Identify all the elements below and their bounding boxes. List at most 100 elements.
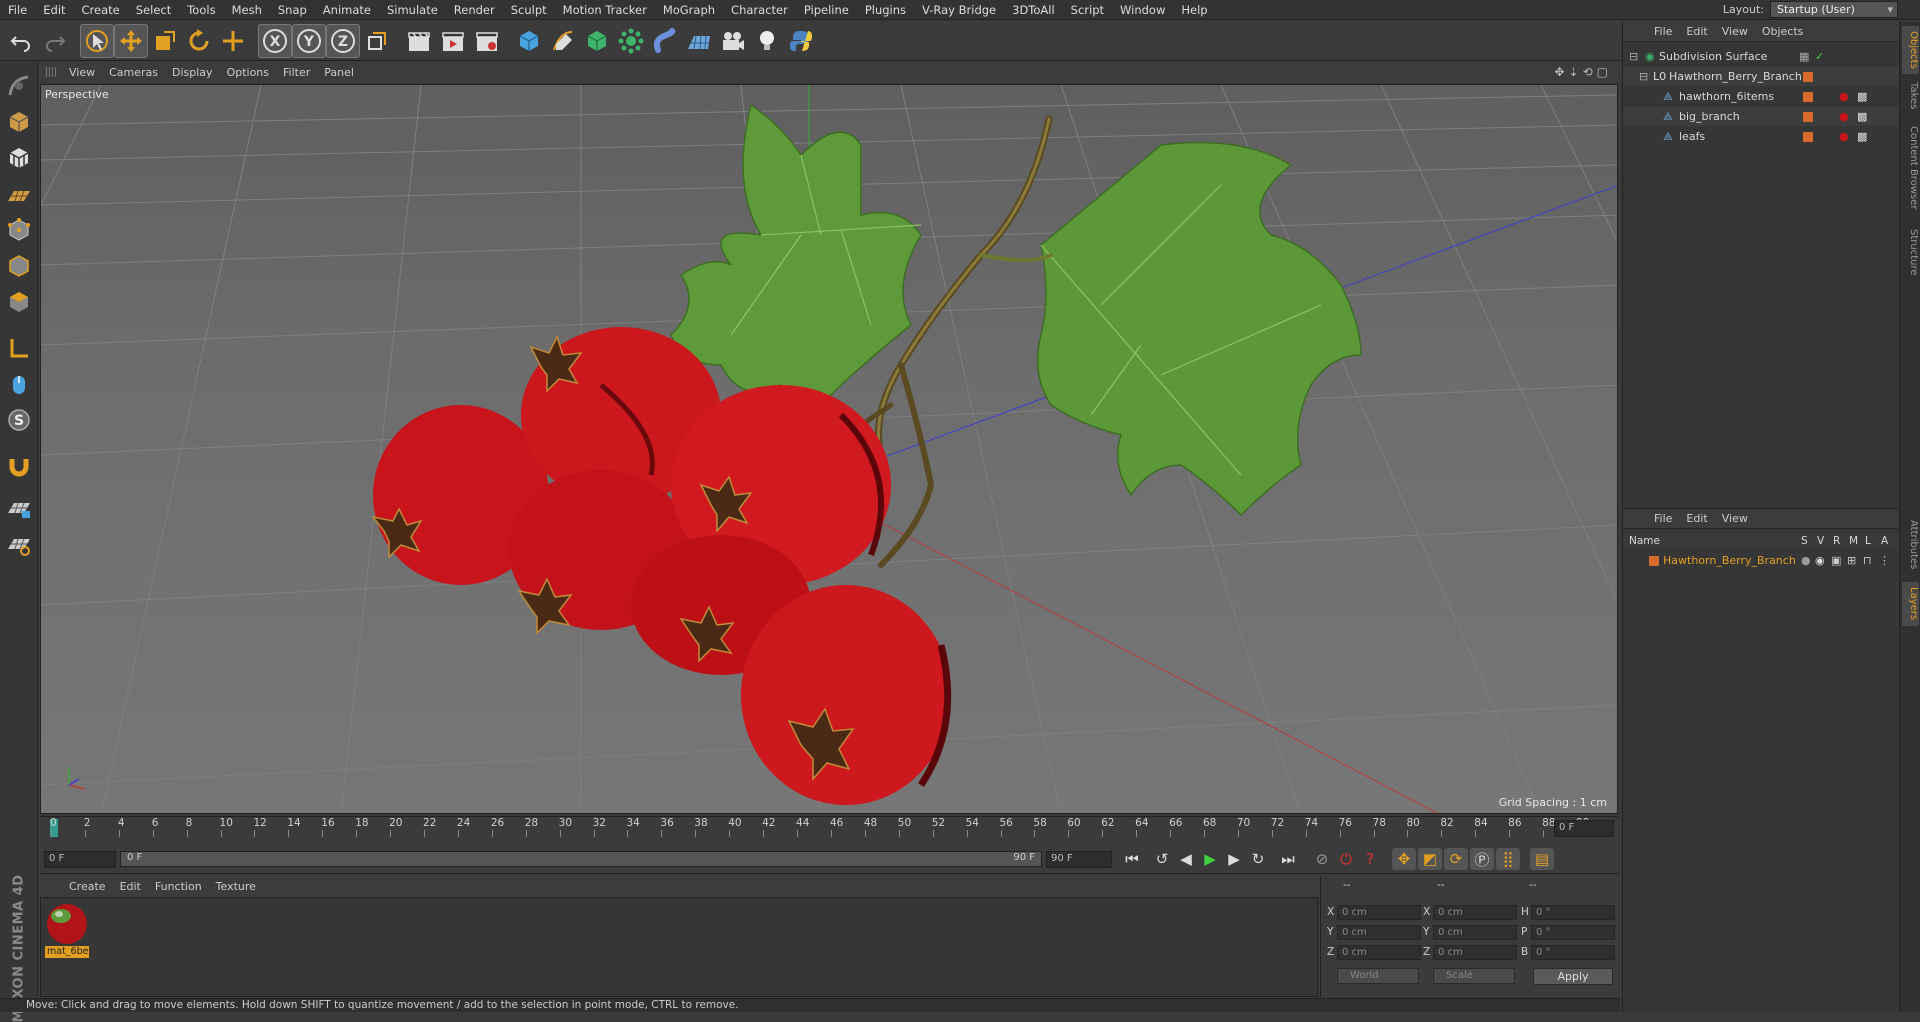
camera-object-button[interactable] (716, 24, 750, 58)
layer-color-icon[interactable] (1803, 132, 1813, 142)
material-menu-function[interactable]: Function (148, 880, 209, 893)
rotate-tool-button[interactable] (182, 24, 216, 58)
objects-menu-edit[interactable]: Edit (1679, 25, 1714, 38)
menu-simulate[interactable]: Simulate (379, 0, 446, 20)
spline-pen-button[interactable] (546, 24, 580, 58)
menu-edit[interactable]: Edit (35, 0, 73, 20)
viewport-navigation-icons[interactable]: ✥⇣⟲▢ (1554, 65, 1612, 79)
record-keys-button[interactable]: ⊘ (1310, 848, 1334, 870)
planar-workplane-button[interactable] (3, 528, 35, 560)
position-y-field[interactable]: 0 cm (1337, 925, 1421, 940)
solo-toggle-icon[interactable]: ● (1801, 551, 1811, 570)
layers-menu-file[interactable]: File (1647, 512, 1679, 525)
objects-menu-objects[interactable]: Objects (1755, 25, 1811, 38)
z-axis-lock-button[interactable]: Z (326, 23, 360, 58)
key-rotation-button[interactable]: ⟳ (1444, 848, 1468, 870)
floor-object-button[interactable] (682, 24, 716, 58)
material-tag-icon[interactable]: ● (1839, 127, 1849, 146)
create-tool-button[interactable] (216, 24, 250, 58)
rotation-h-field[interactable]: 0 ° (1531, 905, 1615, 920)
material-menu-create[interactable]: Create (62, 880, 113, 893)
autokey-button[interactable]: ⏻ (1334, 848, 1358, 870)
model-mode-button[interactable] (3, 106, 35, 138)
axis-mode-button[interactable] (3, 332, 35, 364)
texture-mode-button[interactable] (3, 142, 35, 174)
size-x-field[interactable]: 0 cm (1433, 905, 1517, 920)
objects-menu-file[interactable]: File (1647, 25, 1679, 38)
next-frame-button[interactable]: ▶ (1222, 848, 1246, 870)
visibility-icon[interactable]: ▦ (1799, 47, 1809, 66)
go-to-start-button[interactable]: ⏮ (1120, 848, 1144, 870)
menu-create[interactable]: Create (74, 0, 128, 20)
scale-tool-button[interactable] (148, 24, 182, 58)
menu-tools[interactable]: Tools (179, 0, 223, 20)
tab-objects[interactable]: Objects (1902, 26, 1919, 74)
mograph-array-button[interactable] (614, 24, 648, 58)
python-script-button[interactable] (784, 24, 818, 58)
render-settings-button[interactable] (470, 24, 504, 58)
render-toggle-icon[interactable]: ▣ (1831, 551, 1841, 570)
size-mode-dropdown[interactable]: Scale (1433, 968, 1515, 984)
uv-tag-icon[interactable]: ▩ (1857, 127, 1867, 146)
menu-pipeline[interactable]: Pipeline (796, 0, 857, 20)
current-frame-field[interactable]: 0 F (1554, 820, 1614, 837)
menu-file[interactable]: File (0, 0, 35, 20)
key-pla-button[interactable]: ⣿ (1496, 848, 1520, 870)
lock-workplane-button[interactable] (3, 492, 35, 524)
points-mode-button[interactable] (3, 214, 35, 246)
cube-object-button[interactable] (512, 24, 546, 58)
objects-menu-view[interactable]: View (1715, 25, 1755, 38)
material-tag-icon[interactable]: ● (1839, 107, 1849, 126)
layers-menu-view[interactable]: View (1715, 512, 1755, 525)
tweak-mode-button[interactable] (3, 368, 35, 400)
redo-button[interactable] (38, 24, 72, 58)
menu-mesh[interactable]: Mesh (224, 0, 270, 20)
tab-attributes[interactable]: Attributes (1902, 512, 1919, 578)
menu-plugins[interactable]: Plugins (857, 0, 914, 20)
eye-icon[interactable]: ◉ (1815, 551, 1825, 570)
previous-frame-button[interactable]: ◀ (1174, 848, 1198, 870)
tab-takes[interactable]: Takes (1902, 78, 1919, 114)
go-to-end-button[interactable]: ⏭ (1276, 848, 1300, 870)
tab-structure[interactable]: Structure (1902, 222, 1919, 282)
layer-color-icon[interactable] (1649, 556, 1659, 566)
menu-character[interactable]: Character (723, 0, 796, 20)
viewport-menu-filter[interactable]: Filter (276, 66, 317, 79)
size-z-field[interactable]: 0 cm (1433, 945, 1517, 960)
lock-icon[interactable]: ⊓ (1863, 551, 1872, 570)
layer-color-icon[interactable] (1803, 92, 1813, 102)
key-position-button[interactable]: ✥ (1392, 848, 1416, 870)
layer-color-icon[interactable] (1803, 112, 1813, 122)
magnet-button[interactable] (3, 450, 35, 482)
preview-range-slider[interactable]: 0 F 90 F (120, 851, 1042, 867)
keyframe-selection-button[interactable]: ? (1358, 848, 1382, 870)
menu-3dtoall[interactable]: 3DToAll (1004, 0, 1063, 20)
undo-button[interactable] (4, 24, 38, 58)
x-axis-lock-button[interactable]: X (258, 23, 292, 58)
deformer-button[interactable] (648, 24, 682, 58)
tab-content-browser[interactable]: Content Browser (1902, 118, 1919, 218)
key-parameter-button[interactable]: Ⓟ (1470, 848, 1494, 870)
light-object-button[interactable] (750, 24, 784, 58)
viewport-menu-display[interactable]: Display (165, 66, 220, 79)
animation-toggle-icon[interactable]: ⋮ (1879, 551, 1890, 570)
menu-window[interactable]: Window (1112, 0, 1173, 20)
size-y-field[interactable]: 0 cm (1433, 925, 1517, 940)
menu-select[interactable]: Select (128, 0, 179, 20)
layout-dropdown[interactable]: Startup (User) (1770, 1, 1898, 18)
render-view-button[interactable] (402, 24, 436, 58)
rotation-p-field[interactable]: 0 ° (1531, 925, 1615, 940)
uv-tag-icon[interactable]: ▩ (1857, 87, 1867, 106)
material-tag-icon[interactable]: ● (1839, 87, 1849, 106)
position-z-field[interactable]: 0 cm (1337, 945, 1421, 960)
object-row[interactable]: ⟁ leafs ● ▩ (1623, 127, 1899, 146)
collapse-icon[interactable]: ⊟ (1629, 47, 1638, 66)
layers-menu-edit[interactable]: Edit (1679, 512, 1714, 525)
render-picture-viewer-button[interactable] (436, 24, 470, 58)
menu-sculpt[interactable]: Sculpt (503, 0, 555, 20)
make-editable-button[interactable] (3, 70, 35, 102)
coordinate-system-button[interactable] (360, 24, 394, 58)
menu-script[interactable]: Script (1063, 0, 1112, 20)
collapse-icon[interactable]: ⊟ (1639, 67, 1648, 86)
menu-motion-tracker[interactable]: Motion Tracker (555, 0, 655, 20)
